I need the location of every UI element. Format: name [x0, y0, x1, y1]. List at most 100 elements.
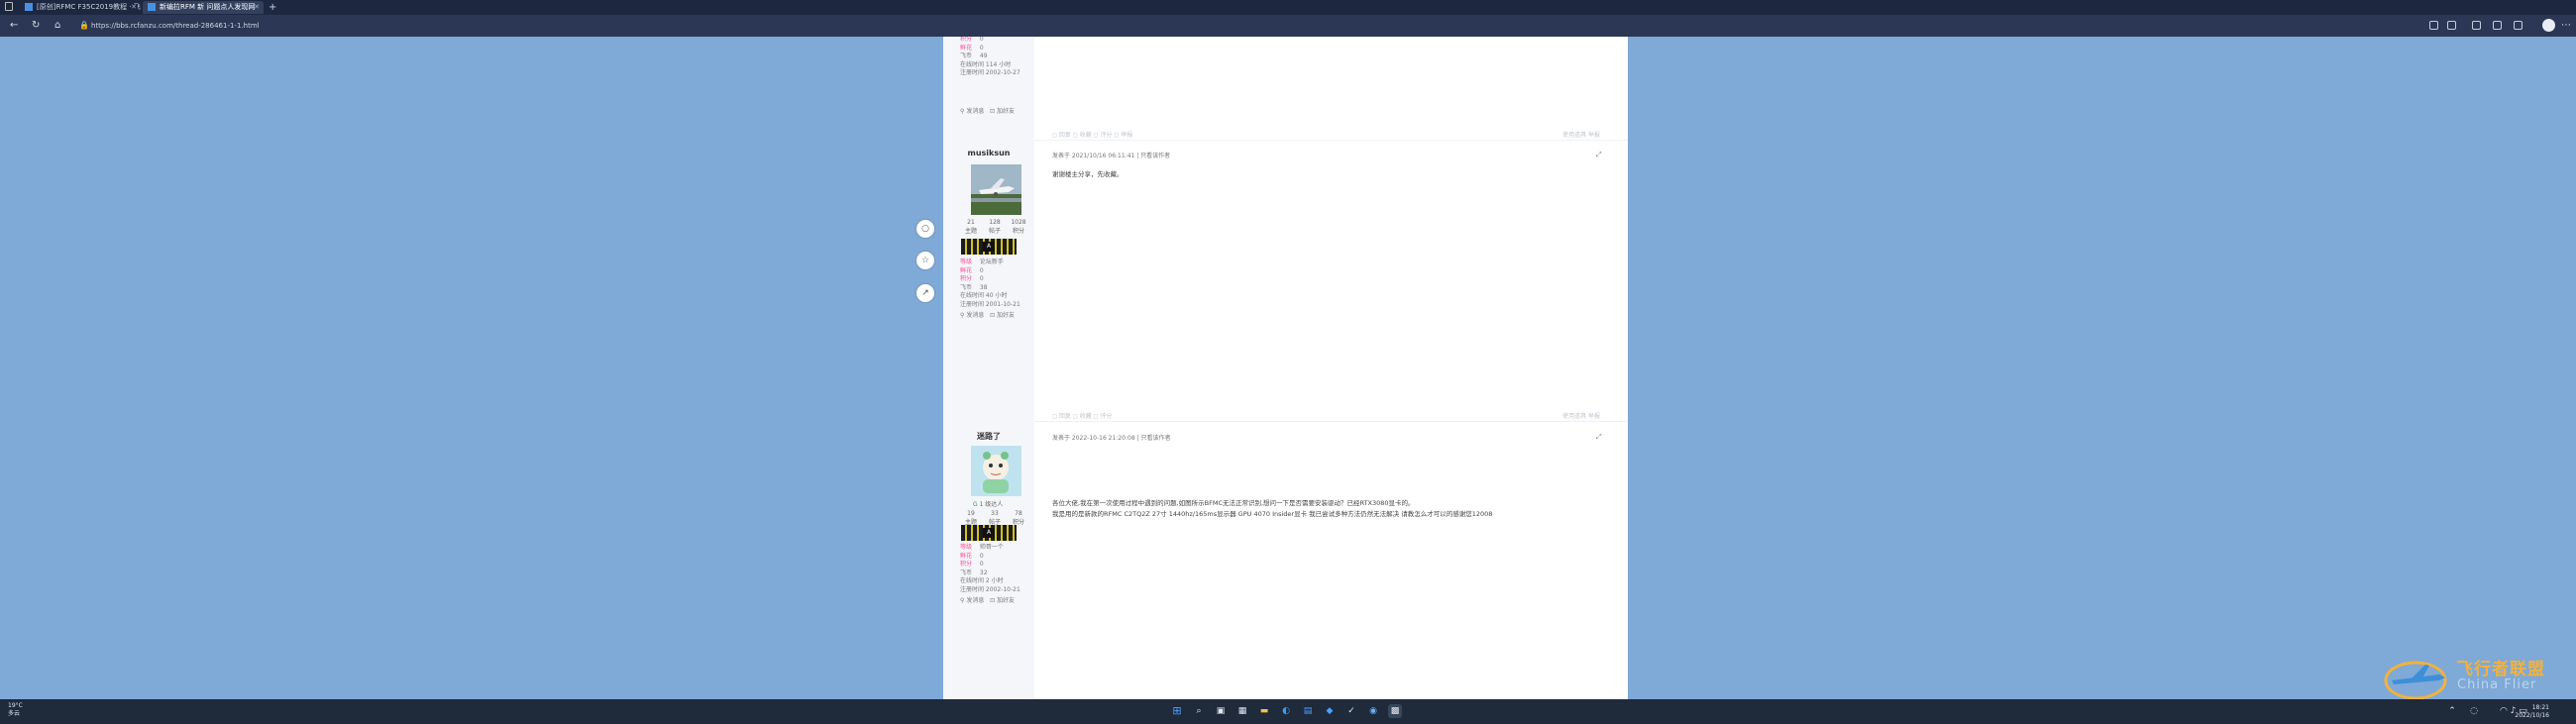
- post-actions-left[interactable]: ◻ 回复 ◻ 收藏 ◻ 评分 ◻ 举报: [1052, 130, 1132, 139]
- stat-topics[interactable]: 19: [959, 510, 983, 517]
- medal-strip: A: [961, 525, 1017, 541]
- stat-posts[interactable]: 33: [983, 510, 1007, 517]
- check-app-icon[interactable]: ✓: [1344, 704, 1358, 718]
- field-label: 积分: [960, 37, 973, 43]
- post-content: 谢谢楼主分享，先收藏。: [1052, 170, 1124, 178]
- expand-icon[interactable]: ⤢: [1596, 433, 1604, 441]
- store-icon[interactable]: ▤: [1301, 704, 1315, 718]
- stat-points[interactable]: 1028: [1007, 219, 1030, 226]
- add-friend-link[interactable]: 加好友: [997, 597, 1015, 604]
- app-icon[interactable]: ◉: [1366, 704, 1380, 718]
- expand-icon[interactable]: ⤢: [1596, 151, 1604, 158]
- field-label: 鲜花: [960, 552, 973, 560]
- field-value: 帅哥一个: [979, 544, 1004, 551]
- field-label: 注册时间: [960, 69, 985, 77]
- post-divider: [1034, 421, 1628, 422]
- field-label: 注册时间: [960, 585, 985, 593]
- home-icon[interactable]: ⌂: [54, 19, 60, 33]
- refresh-icon[interactable]: ↻: [32, 19, 40, 33]
- field-label: 鲜花: [960, 44, 973, 52]
- post-content-line-1: 各位大佬,我在第一次使用过程中遇到的问题,如图所示BFMC无法正常识别,想问一下…: [1052, 499, 1415, 507]
- address-input[interactable]: https://bbs.rcfanzu.com/thread-286461-1-…: [91, 19, 2370, 33]
- user-avatar[interactable]: [971, 164, 1021, 215]
- stat-topics[interactable]: 21: [959, 219, 983, 226]
- favorites-icon[interactable]: [2447, 21, 2456, 30]
- send-message-link[interactable]: 发消息: [966, 108, 984, 115]
- user-fields: 积分 0 鲜花 0 飞币 49 在线时间 114 小时 注册时间 2002-10…: [960, 37, 1033, 78]
- comment-icon[interactable]: ○: [916, 220, 934, 238]
- field-label: 飞币: [960, 52, 973, 60]
- field-value: 2001-10-21: [985, 300, 1020, 308]
- close-tab-icon[interactable]: ✕: [254, 1, 260, 14]
- user-fields: 等级 帅哥一个 鲜花 0 积分 0 飞币 32 在线时间 2 小时 注册时间 2…: [960, 544, 1033, 595]
- weather-widget[interactable]: 19°C 多云: [8, 702, 23, 718]
- send-message-link[interactable]: 发消息: [966, 312, 984, 319]
- search-icon[interactable]: ⌕: [1192, 704, 1206, 718]
- back-arrow-icon[interactable]: ←: [10, 19, 18, 33]
- tab-2-active[interactable]: 新编拉RFM 新 问题点人发现网 ✕: [143, 1, 264, 14]
- address-toolbar: ← ↻ ⌂ 🔒 https://bbs.rcfanzu.com/thread-2…: [0, 15, 2576, 37]
- field-value: 0: [979, 275, 984, 283]
- profile-avatar[interactable]: [2542, 19, 2555, 32]
- user-links: ⚲ 发消息 ⊡ 加好友: [960, 106, 1015, 115]
- tab-1[interactable]: [原创]RFMC F35C2019教程 · 飞... ✕: [20, 1, 141, 14]
- read-aloud-icon[interactable]: [2429, 21, 2438, 30]
- stat-label: 主题: [964, 228, 977, 235]
- post-actions-right[interactable]: 使用道具 举报: [1562, 411, 1600, 420]
- menu-dots-icon[interactable]: ⋯: [2561, 19, 2571, 33]
- user-fields: 等级 论坛新手 鲜花 0 积分 0 飞币 38 在线时间 40 小时 注册时间 …: [960, 259, 1033, 310]
- watermark-subtitle: China Flier: [2457, 677, 2537, 692]
- field-label: 在线时间: [960, 292, 985, 300]
- new-tab-button[interactable]: +: [268, 0, 276, 15]
- tab-actions-icon[interactable]: [5, 2, 13, 11]
- browser-app-icon[interactable]: ▩: [1388, 704, 1402, 718]
- field-label: 鲜花: [960, 266, 973, 274]
- field-value: 0: [979, 266, 984, 274]
- add-friend-icon: ⊡: [990, 108, 996, 115]
- username[interactable]: 迷路了: [943, 431, 1034, 442]
- user-avatar[interactable]: [971, 446, 1021, 496]
- user-links: ⚲ 发消息 ⊡ 加好友: [960, 595, 1015, 604]
- tray-overflow-icon[interactable]: ⌃: [2445, 704, 2459, 718]
- add-friend-link[interactable]: 加好友: [997, 312, 1015, 319]
- stat-label: 积分: [1012, 228, 1024, 235]
- stat-posts[interactable]: 128: [983, 219, 1007, 226]
- medal-badge: A: [983, 242, 995, 252]
- add-friend-icon: ⊡: [990, 312, 996, 319]
- field-value: 38: [979, 283, 988, 291]
- send-message-icon: ⚲: [960, 597, 965, 604]
- site-watermark: 飞行者联盟 China Flier: [2382, 651, 2560, 704]
- app-icon[interactable]: ◆: [1323, 704, 1337, 718]
- task-view-icon[interactable]: ▣: [1214, 704, 1228, 718]
- post-divider: [1034, 140, 1628, 141]
- star-icon[interactable]: ☆: [916, 252, 934, 269]
- field-value: 2 小时: [985, 577, 1004, 585]
- badge-icon: G: [973, 501, 978, 508]
- field-label: 积分: [960, 561, 973, 569]
- stat-points[interactable]: 78: [1007, 510, 1030, 517]
- field-value: 2002-10-21: [985, 585, 1020, 593]
- post-content-line-2: 我是用的是新款的RFMC C2TQ2Z 27寸 1440hz/165ms显示器 …: [1052, 510, 1493, 518]
- close-tab-icon[interactable]: ✕: [131, 1, 137, 14]
- add-friend-link[interactable]: 加好友: [997, 108, 1015, 115]
- collections-icon[interactable]: [2472, 21, 2481, 30]
- file-explorer-icon[interactable]: ▬: [1257, 704, 1271, 718]
- tab-group-icon[interactable]: [2493, 21, 2502, 30]
- start-icon[interactable]: ⊞: [1170, 704, 1184, 718]
- post-actions-right[interactable]: 使用道具 举报: [1562, 130, 1600, 139]
- post-action-bar: ◻ 回复 ◻ 收藏 ◻ 评分 使用道具 举报: [1034, 410, 1628, 420]
- send-message-link[interactable]: 发消息: [966, 597, 984, 604]
- post-actions-left[interactable]: ◻ 回复 ◻ 收藏 ◻ 评分: [1052, 411, 1112, 420]
- widgets-icon[interactable]: ▦: [1235, 704, 1249, 718]
- forum-thread-page: 积分 0 鲜花 0 飞币 49 在线时间 114 小时 注册时间 2002-10…: [943, 37, 1628, 699]
- field-value: 2002-10-27: [985, 69, 1020, 77]
- field-value: 49: [979, 52, 988, 60]
- edge-icon[interactable]: ◐: [1279, 704, 1293, 718]
- share-icon[interactable]: ↗: [916, 284, 934, 302]
- lock-icon: 🔒: [79, 21, 89, 30]
- username[interactable]: musiksun: [943, 149, 1034, 157]
- field-label: 等级: [960, 259, 973, 265]
- system-clock[interactable]: 18:21 2022/10/16: [2490, 704, 2549, 720]
- extensions-icon[interactable]: [2514, 21, 2522, 30]
- tray-app-icon[interactable]: ◌: [2467, 704, 2481, 718]
